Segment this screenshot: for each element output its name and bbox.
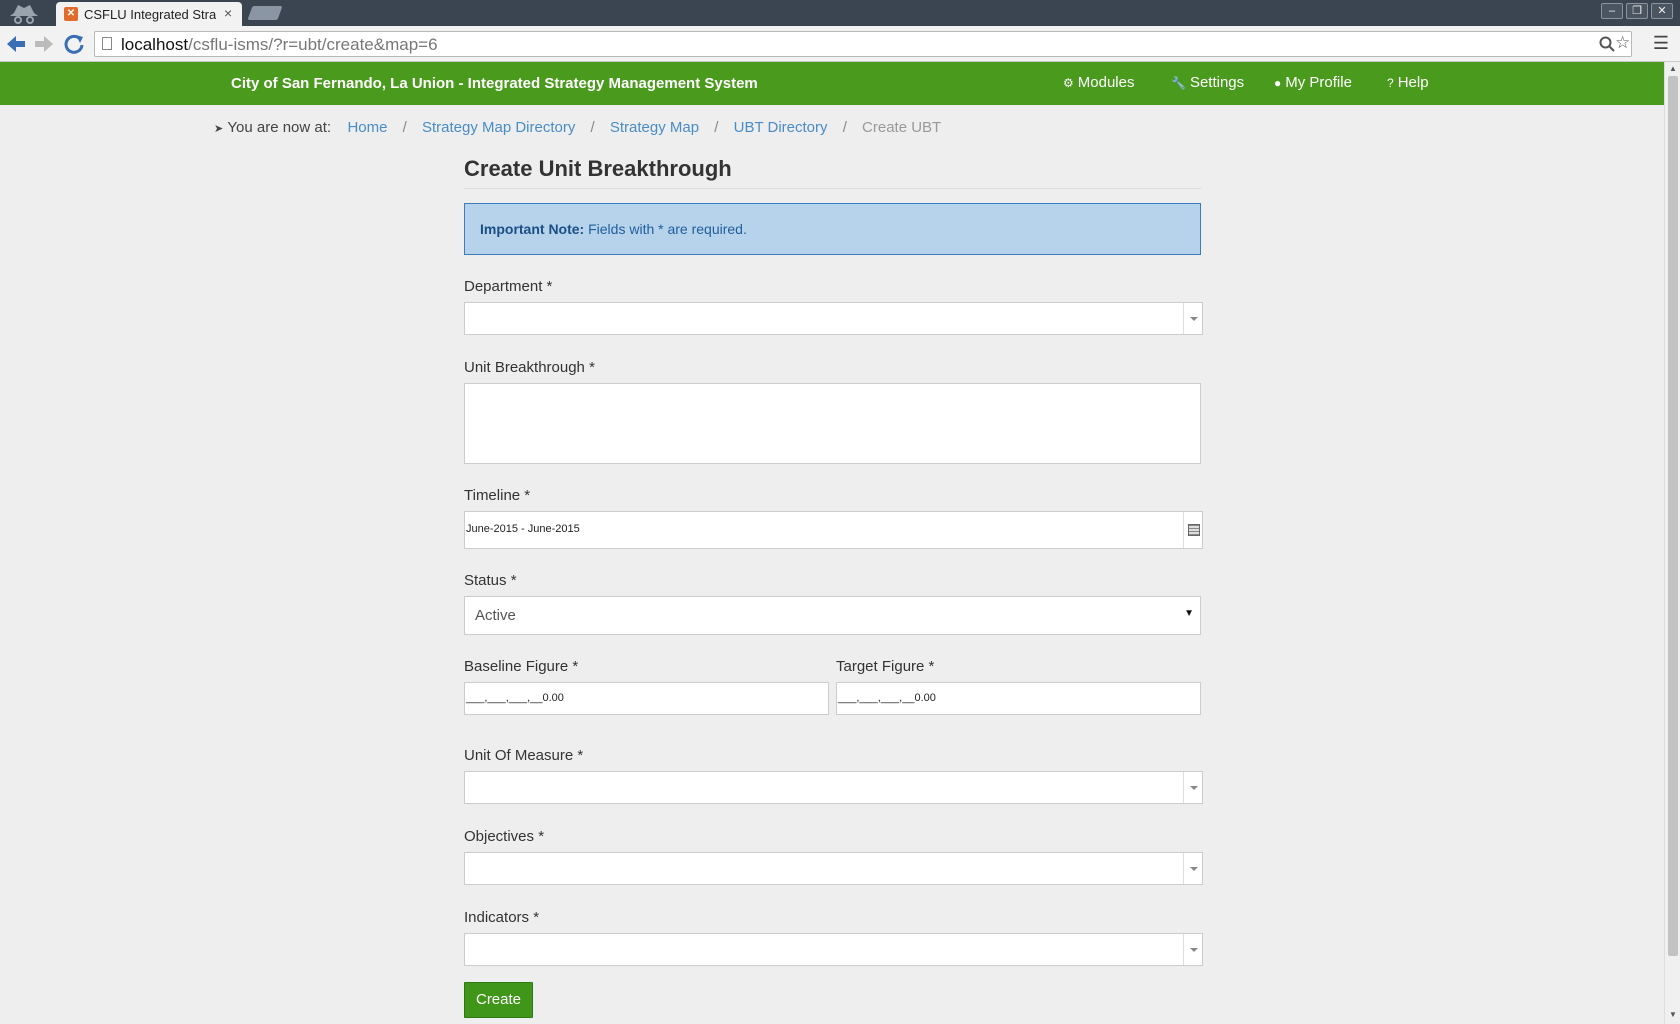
chevron-down-icon [1183, 772, 1202, 803]
tab-title: CSFLU Integrated Stra [84, 7, 216, 22]
breadcrumb-strategy-map[interactable]: Strategy Map [610, 119, 699, 136]
reload-button[interactable] [63, 33, 85, 55]
scroll-down-icon[interactable]: ▼ [1669, 1010, 1677, 1019]
breadcrumb-separator: / [402, 119, 407, 136]
uom-label: Unit Of Measure * [464, 747, 584, 764]
scrollbar-thumb[interactable] [1668, 76, 1678, 956]
baseline-input[interactable]: ___,___,___,__0.00 [464, 682, 829, 715]
timeline-value: June-2015 - June-2015 [466, 523, 580, 535]
breadcrumb: ➤ You are now at: Home / Strategy Map Di… [214, 119, 941, 136]
chevron-down-icon [1183, 303, 1202, 334]
nav-settings-label: Settings [1189, 74, 1245, 91]
alert-strong: Important Note: [480, 221, 585, 237]
brand-title[interactable]: City of San Fernando, La Union - Integra… [231, 75, 758, 92]
ubt-field: Unit Breakthrough * [464, 359, 1201, 464]
timeline-input[interactable]: June-2015 - June-2015 [464, 511, 1203, 549]
site-favicon-icon: ✕ [64, 7, 78, 21]
page-title: Create Unit Breakthrough [464, 156, 1201, 189]
cogs-icon: ⚙ [1063, 75, 1074, 90]
scroll-up-icon[interactable]: ▲ [1669, 64, 1677, 73]
search-icon[interactable] [1599, 35, 1615, 58]
breadcrumb-ubt-directory[interactable]: UBT Directory [734, 119, 828, 136]
nav-modules-label: Modules [1077, 74, 1135, 91]
location-arrow-icon: ➤ [214, 123, 224, 135]
objectives-label: Objectives * [464, 828, 545, 845]
url-text: localhost/csflu-isms/?r=ubt/create&map=6 [121, 35, 438, 54]
restore-window-button[interactable]: ❐ [1626, 3, 1648, 19]
chevron-down-icon [1183, 934, 1202, 965]
status-label: Status * [464, 572, 517, 589]
calendar-icon[interactable] [1183, 512, 1202, 548]
browser-tab-bar: ✕ CSFLU Integrated Stra × – ❐ ✕ [0, 0, 1680, 26]
new-tab-button[interactable] [247, 6, 283, 20]
indicators-select[interactable] [464, 933, 1203, 966]
wrench-icon: 🔧 [1171, 75, 1186, 90]
indicators-field: Indicators * [464, 909, 1203, 966]
uom-select[interactable] [464, 771, 1203, 804]
page-icon [102, 37, 112, 50]
nav-my-profile[interactable]: ● My Profile [1274, 74, 1352, 91]
page-scrollbar[interactable]: ▲ ▼ [1664, 62, 1680, 1024]
alert-text: Fields with * are required. [584, 221, 747, 237]
browser-menu-icon[interactable]: ☰ [1652, 33, 1670, 53]
department-select[interactable] [464, 302, 1203, 335]
objectives-field: Objectives * [464, 828, 1203, 885]
create-button[interactable]: Create [464, 982, 533, 1018]
breadcrumb-home[interactable]: Home [347, 119, 387, 136]
breadcrumb-current: Create UBT [862, 119, 942, 136]
tab-close-icon[interactable]: × [224, 5, 232, 21]
status-value: Active [475, 607, 516, 624]
nav-help[interactable]: ? Help [1387, 74, 1429, 91]
baseline-value: ___,___,___,__0.00 [466, 692, 564, 704]
user-icon: ● [1274, 75, 1282, 90]
incognito-icon [6, 2, 42, 24]
objectives-select[interactable] [464, 852, 1203, 885]
uom-field: Unit Of Measure * [464, 747, 1203, 804]
form-header: Create Unit Breakthrough Important Note:… [464, 156, 1201, 255]
target-input[interactable]: ___,___,___,__0.00 [836, 682, 1201, 715]
target-value: ___,___,___,__0.00 [838, 692, 936, 704]
top-navbar: City of San Fernando, La Union - Integra… [0, 62, 1664, 105]
question-circle-icon: ? [1387, 75, 1394, 90]
forward-button[interactable] [33, 33, 55, 55]
breadcrumb-separator: / [590, 119, 595, 136]
close-window-button[interactable]: ✕ [1651, 3, 1673, 19]
baseline-field: Baseline Figure * ___,___,___,__0.00 [464, 658, 829, 715]
page-viewport: City of San Fernando, La Union - Integra… [0, 62, 1680, 1024]
department-label: Department * [464, 278, 553, 295]
department-field: Department * [464, 278, 1203, 335]
status-select[interactable]: Active ▼ [464, 596, 1201, 635]
back-button[interactable] [5, 33, 27, 55]
target-label: Target Figure * [836, 658, 935, 675]
browser-toolbar: localhost/csflu-isms/?r=ubt/create&map=6… [0, 26, 1680, 62]
baseline-label: Baseline Figure * [464, 658, 579, 675]
bookmark-star-icon[interactable]: ☆ [1615, 33, 1630, 53]
browser-tab[interactable]: ✕ CSFLU Integrated Stra × [56, 2, 242, 26]
caret-down-icon: ▼ [1184, 608, 1194, 619]
breadcrumb-strategy-map-directory[interactable]: Strategy Map Directory [422, 119, 575, 136]
breadcrumb-separator: / [842, 119, 847, 136]
ubt-label: Unit Breakthrough * [464, 359, 595, 376]
chevron-down-icon [1183, 853, 1202, 884]
target-field: Target Figure * ___,___,___,__0.00 [836, 658, 1201, 715]
timeline-field: Timeline * June-2015 - June-2015 [464, 487, 1203, 549]
nav-settings[interactable]: 🔧 Settings [1171, 74, 1244, 91]
status-field: Status * Active ▼ [464, 572, 1201, 635]
breadcrumb-separator: / [714, 119, 719, 136]
indicators-label: Indicators * [464, 909, 540, 926]
timeline-label: Timeline * [464, 487, 531, 504]
nav-help-label: Help [1397, 74, 1429, 91]
nav-modules[interactable]: ⚙ Modules [1063, 74, 1134, 91]
ubt-textarea[interactable] [464, 383, 1201, 464]
breadcrumb-prefix: You are now at: [227, 119, 332, 136]
address-bar[interactable]: localhost/csflu-isms/?r=ubt/create&map=6… [94, 31, 1632, 57]
nav-my-profile-label: My Profile [1285, 74, 1352, 91]
required-note-alert: Important Note: Fields with * are requir… [464, 203, 1201, 255]
minimize-window-button[interactable]: – [1601, 3, 1623, 19]
